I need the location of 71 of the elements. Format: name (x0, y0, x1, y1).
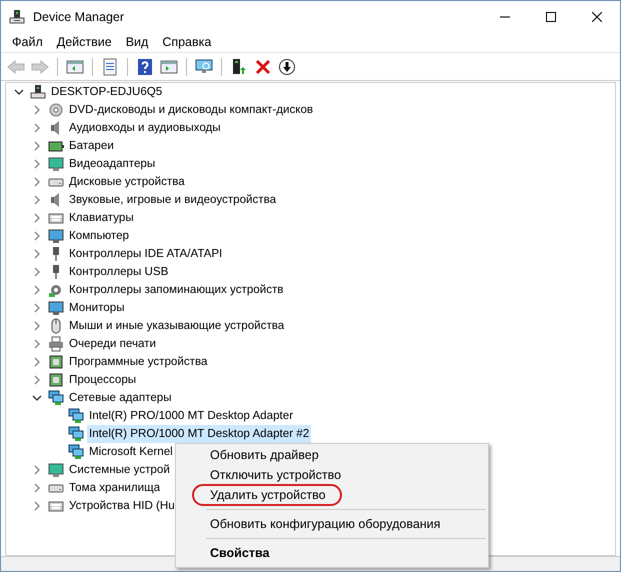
context-menu-item[interactable]: Отключить устройство (176, 465, 488, 485)
context-menu-item[interactable]: Обновить драйвер (176, 445, 488, 465)
expand-caret-icon[interactable] (32, 213, 42, 223)
tree-item[interactable]: Компьютер (67, 227, 132, 245)
chip-icon (48, 354, 64, 370)
network-icon (68, 444, 84, 460)
tree-item[interactable]: Контроллеры запоминающих устройств (67, 281, 286, 299)
expand-caret-icon[interactable] (32, 195, 42, 205)
menu-item[interactable]: Действие (50, 35, 119, 49)
tree-item[interactable]: Microsoft Kernel (87, 443, 175, 461)
tree-item[interactable]: Системные устрой (67, 461, 172, 479)
expand-caret-icon[interactable] (32, 483, 42, 493)
expand-caret-icon[interactable] (32, 105, 42, 115)
expand-caret-icon[interactable] (32, 303, 42, 313)
tree-item[interactable]: Тома хранилища (67, 479, 162, 497)
expand-caret-icon[interactable] (32, 357, 42, 367)
expand-caret-icon[interactable] (32, 177, 42, 187)
tree-item[interactable]: Контроллеры USB (67, 263, 170, 281)
tree-item[interactable]: Очереди печати (67, 335, 158, 353)
expand-caret-icon[interactable] (32, 159, 42, 169)
expand-caret-icon[interactable] (32, 375, 42, 385)
expand-caret-icon[interactable] (32, 123, 42, 133)
context-menu-item[interactable]: Обновить конфигурацию оборудования (176, 514, 488, 534)
expand-caret-icon[interactable] (32, 501, 42, 511)
tree-item[interactable]: Мыши и иные указывающие устройства (67, 317, 286, 335)
collapse-caret-icon[interactable] (14, 87, 24, 97)
disc-icon (48, 102, 64, 118)
expand-caret-icon[interactable] (32, 339, 42, 349)
menu-item[interactable]: Файл (5, 35, 50, 49)
tree-item[interactable]: Программные устройства (67, 353, 210, 371)
computer-icon (30, 84, 46, 100)
display-icon (48, 462, 64, 478)
tree-item[interactable]: Дисковые устройства (67, 173, 187, 191)
tree-item[interactable]: Процессоры (67, 371, 138, 389)
tree-item[interactable]: Сетевые адаптеры (67, 389, 174, 407)
tree-item[interactable]: Батареи (67, 137, 116, 155)
tree-item[interactable]: Аудиовходы и аудиовыходы (67, 119, 223, 137)
computer-icon (9, 8, 25, 24)
tree-item[interactable]: Устройства HID (Hu (67, 497, 177, 515)
network-icon (68, 408, 84, 424)
menu-item[interactable]: Вид (118, 35, 156, 49)
expand-caret-icon[interactable] (32, 267, 42, 277)
expand-caret-icon[interactable] (32, 285, 42, 295)
expand-caret-icon[interactable] (32, 231, 42, 241)
tree-item[interactable]: Intel(R) PRO/1000 MT Desktop Adapter (87, 407, 296, 425)
display-icon (48, 156, 64, 172)
gear-icon (48, 282, 64, 298)
tree-item[interactable]: Контроллеры IDE ATA/ATAPI (67, 245, 224, 263)
tree-item[interactable]: DVD-дисководы и дисководы компакт-дисков (67, 101, 316, 119)
context-menu-item[interactable]: Свойства (176, 543, 488, 563)
chip-icon (48, 372, 64, 388)
printer-icon (48, 336, 64, 352)
menu-item[interactable]: Справка (155, 35, 218, 49)
expand-caret-icon[interactable] (32, 465, 42, 475)
tree-item[interactable]: DESKTOP-EDJU6Q5 (49, 83, 164, 101)
expand-caret-icon[interactable] (32, 249, 42, 259)
monitor-icon (48, 228, 64, 244)
close-icon (592, 12, 602, 22)
tree-item[interactable]: Мониторы (67, 299, 127, 317)
expand-caret-icon[interactable] (32, 321, 42, 331)
tree-item[interactable]: Intel(R) PRO/1000 MT Desktop Adapter #2 (87, 425, 312, 443)
tree-item[interactable]: Видеоадаптеры (67, 155, 158, 173)
network-icon (48, 390, 64, 406)
tree-item[interactable]: Звуковые, игровые и видеоустройства (67, 191, 278, 209)
monitor-icon (48, 300, 64, 316)
collapse-caret-icon[interactable] (32, 393, 42, 403)
expand-caret-icon[interactable] (32, 141, 42, 151)
tree-item[interactable]: Клавиатуры (67, 209, 136, 227)
maximize-icon (546, 12, 556, 22)
window-title: Device Manager (33, 10, 124, 24)
network-icon (68, 426, 84, 442)
